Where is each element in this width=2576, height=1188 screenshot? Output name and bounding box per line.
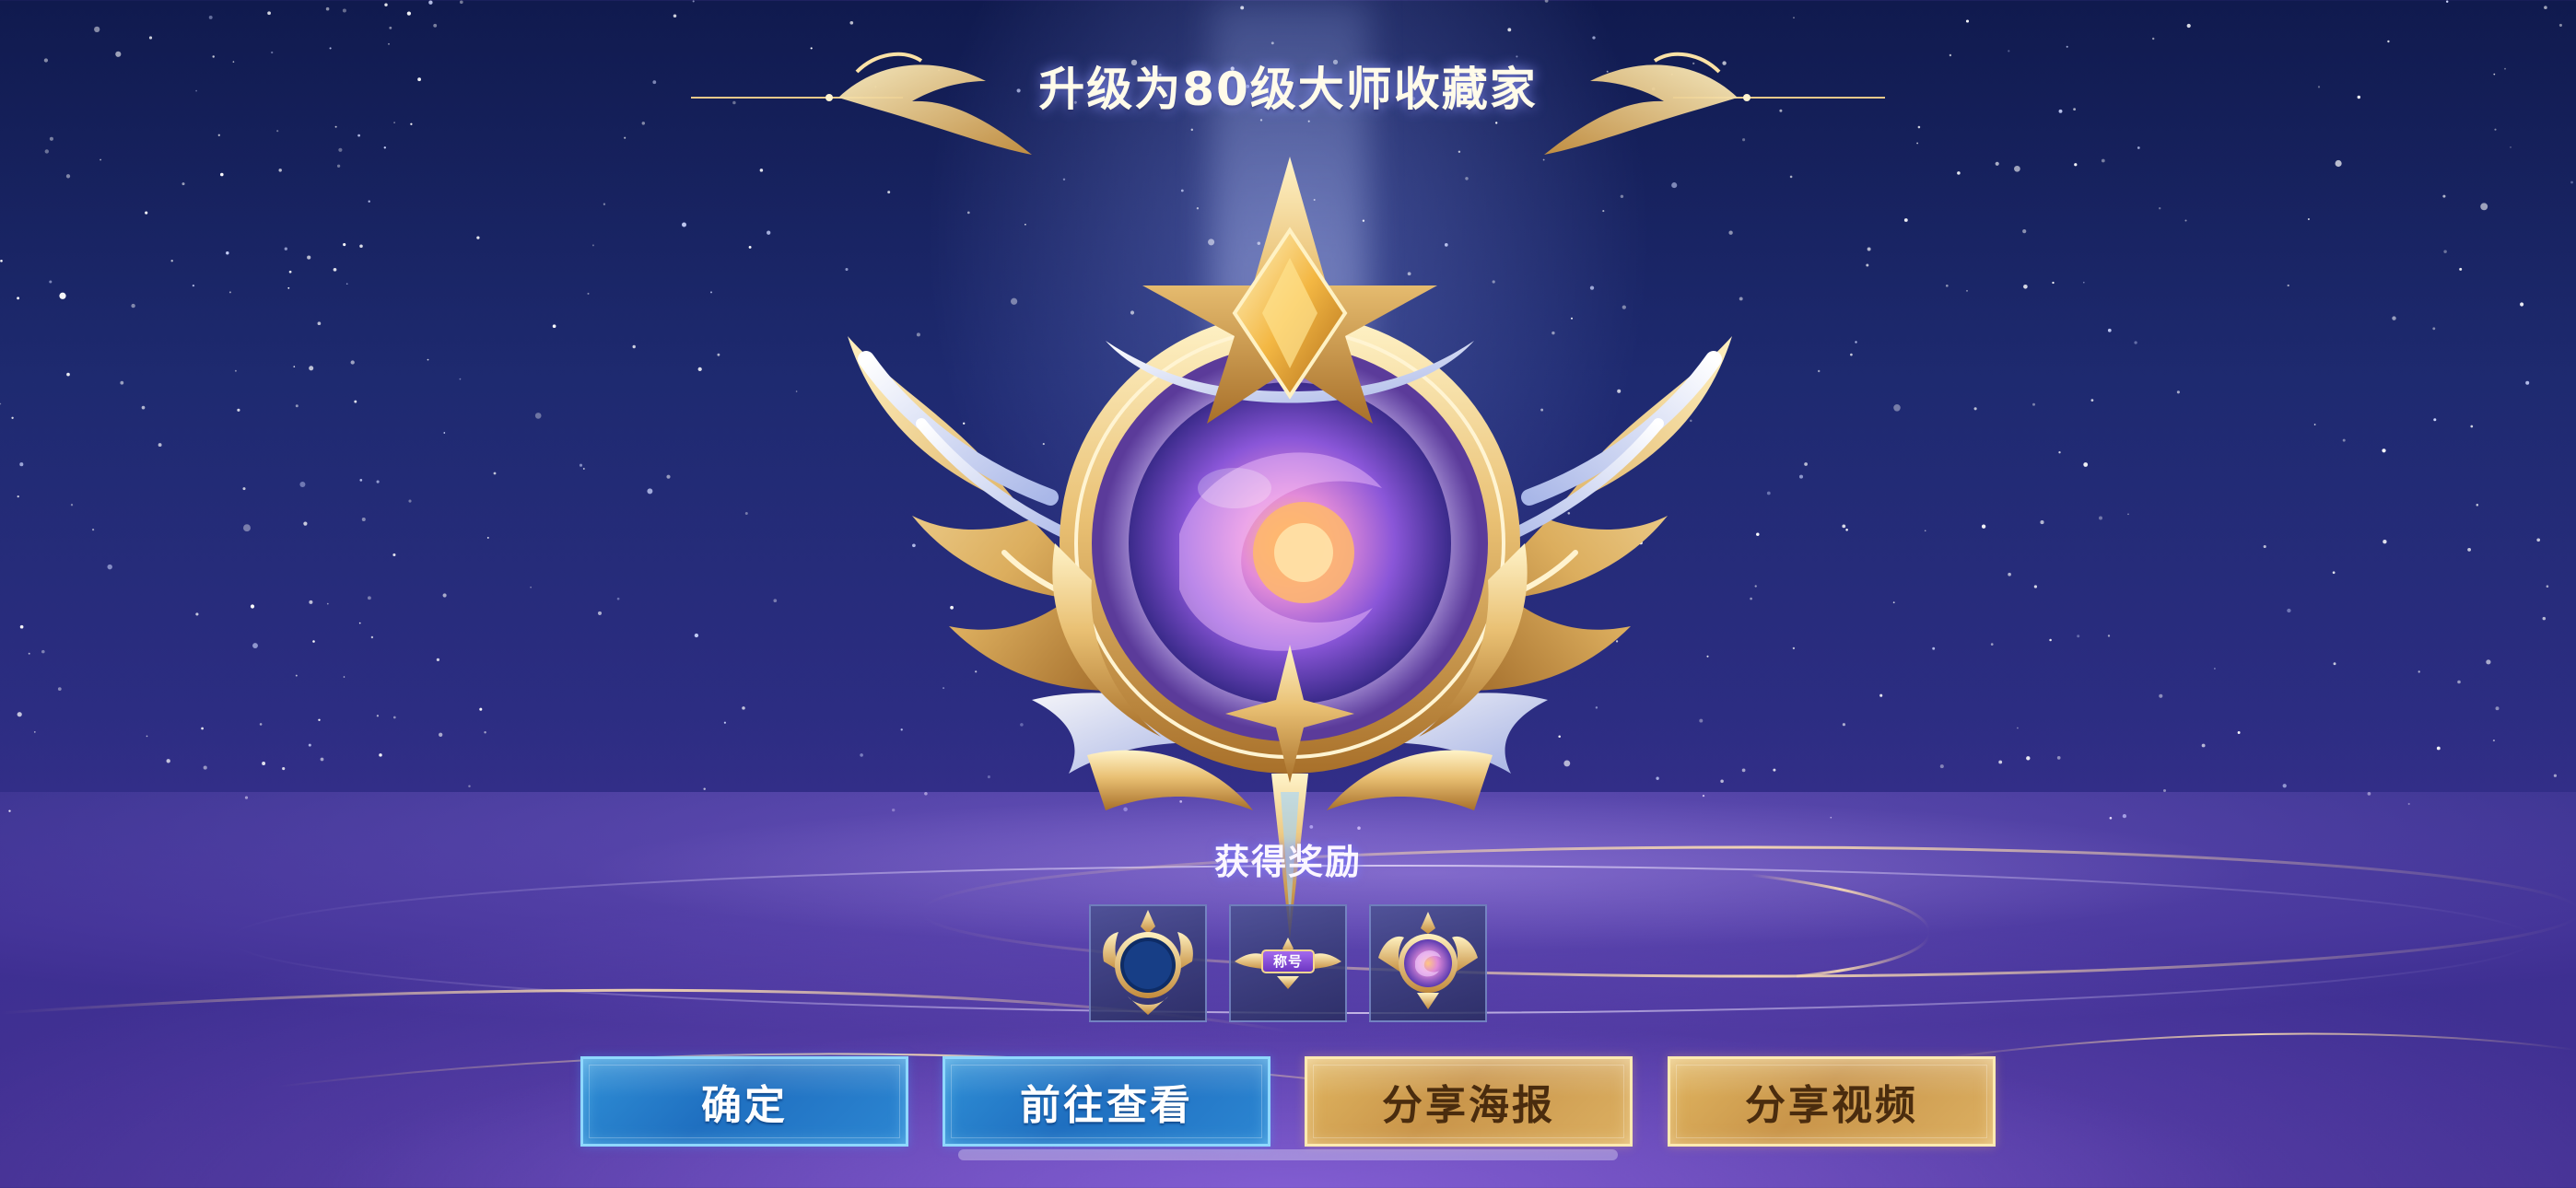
confirm-button-label: 确定: [701, 1082, 788, 1129]
reward-list: 称号: [1089, 904, 1487, 1022]
collector-emblem-icon: [848, 157, 1732, 939]
title-tag-text: 称号: [1272, 953, 1303, 970]
confirm-button[interactable]: 确定: [580, 1056, 908, 1147]
share-poster-button-label: 分享海报: [1382, 1082, 1555, 1129]
title-bar: 升级为80级大师收藏家: [0, 48, 2576, 131]
reward-item-emblem-orb[interactable]: [1369, 904, 1487, 1022]
reward-item-title-badge[interactable]: 称号: [1229, 904, 1347, 1022]
page-title: 升级为80级大师收藏家: [1038, 63, 1538, 116]
reward-item-avatar-frame[interactable]: [1089, 904, 1207, 1022]
avatar-frame-icon: [1103, 910, 1193, 1015]
home-indicator[interactable]: [958, 1149, 1618, 1160]
emblem-orb-icon: [1378, 912, 1478, 1009]
rewards-label: 获得奖励: [1213, 842, 1362, 882]
share-video-button[interactable]: 分享视频: [1668, 1056, 1996, 1147]
go-view-button[interactable]: 前往查看: [943, 1056, 1270, 1147]
share-poster-button[interactable]: 分享海报: [1305, 1056, 1633, 1147]
share-video-button-label: 分享视频: [1745, 1082, 1918, 1129]
go-view-button-label: 前往查看: [1020, 1082, 1193, 1129]
